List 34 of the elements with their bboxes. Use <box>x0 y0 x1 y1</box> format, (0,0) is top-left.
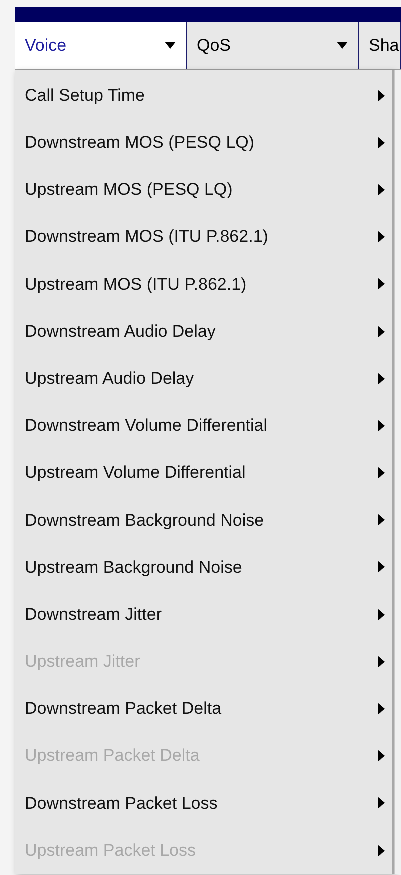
menu-item[interactable]: Downstream MOS (ITU P.862.1) <box>15 214 392 261</box>
menu-tab[interactable]: Voice <box>15 22 187 69</box>
submenu-arrow-icon <box>378 797 385 810</box>
menu-item[interactable]: Upstream Audio Delay <box>15 355 392 402</box>
menu-item[interactable]: Call Setup Time <box>15 72 392 120</box>
submenu-arrow-icon <box>378 420 385 432</box>
submenu-arrow-icon <box>378 703 385 716</box>
submenu-arrow-icon <box>378 326 385 338</box>
submenu-arrow-icon <box>378 372 385 385</box>
submenu-arrow-icon <box>378 231 385 244</box>
menu-item[interactable]: Downstream Packet Delta <box>15 685 392 733</box>
caret-icon <box>337 42 348 49</box>
menu-item[interactable]: Upstream MOS (PESQ LQ) <box>15 166 392 214</box>
menu-item[interactable]: Downstream MOS (PESQ LQ) <box>15 119 392 166</box>
menu-item[interactable]: Downstream Jitter <box>15 591 392 638</box>
menu-item[interactable]: Downstream Volume Differential <box>15 402 392 450</box>
submenu-arrow-icon <box>378 90 385 102</box>
caret-icon <box>165 42 176 49</box>
submenu-arrow-icon <box>378 750 385 762</box>
menu-item[interactable]: Downstream Background Noise <box>15 496 392 544</box>
submenu-arrow-icon <box>378 844 385 857</box>
menu-item[interactable]: Downstream Packet Loss <box>15 780 392 827</box>
menu-item[interactable]: Downstream Audio Delay <box>15 308 392 356</box>
submenu-arrow-icon <box>378 656 385 668</box>
submenu-arrow-icon <box>378 278 385 290</box>
menu-item[interactable]: Upstream Volume Differential <box>15 450 392 497</box>
submenu-arrow-icon <box>378 514 385 526</box>
menu-item[interactable]: Upstream Background Noise <box>15 544 392 592</box>
submenu-arrow-icon <box>378 467 385 480</box>
submenu-arrow-icon <box>378 561 385 574</box>
submenu-arrow-icon <box>378 608 385 621</box>
submenu-arrow-icon <box>378 184 385 196</box>
menu-item[interactable]: Upstream MOS (ITU P.862.1) <box>15 260 392 308</box>
submenu-arrow-icon <box>378 136 385 149</box>
